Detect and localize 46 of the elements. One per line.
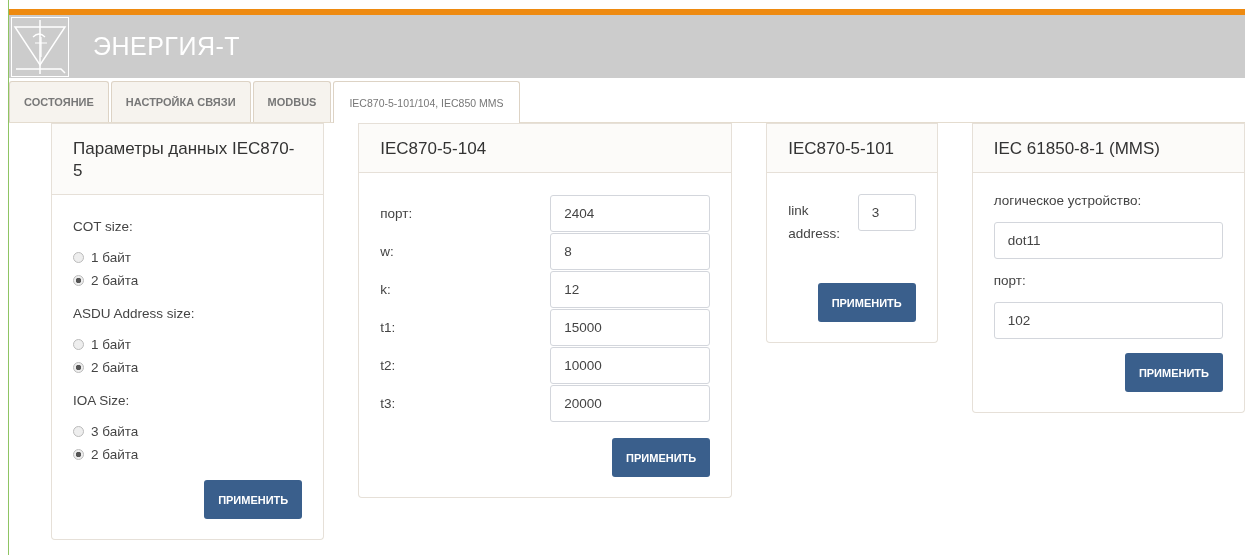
input-field[interactable]: dot11 [993,222,1223,259]
radio-label: 2 байта [91,447,139,462]
radio-label: 2 байта [91,273,139,288]
panel-title: IEC870-5-104 [380,138,488,160]
input-field[interactable]: 12 [550,270,711,308]
field-label: логическое устройство: [993,193,1142,208]
apply-button[interactable]: ПРИМЕНИТЬ [817,283,916,322]
panel-title: Параметры данных IEC870-5 [73,138,296,182]
radio-label: 2 байта [91,360,139,375]
input-field[interactable]: 20000 [550,384,711,422]
radio-button[interactable] [73,449,84,460]
input-field[interactable]: 2404 [550,194,711,232]
radio-button[interactable] [73,275,84,286]
logo-icon [11,16,69,77]
apply-button[interactable]: ПРИМЕНИТЬ [612,438,711,477]
apply-button[interactable]: ПРИМЕНИТЬ [1124,353,1223,392]
input-field[interactable]: 3 [857,194,916,231]
radio-button[interactable] [73,362,84,373]
input-field[interactable]: 102 [993,302,1223,339]
tab[interactable]: СОСТОЯНИЕ [9,81,109,122]
field-label: w: [380,243,394,259]
field-label: t1: [380,319,396,335]
radio-label: 3 байта [91,424,139,439]
input-field[interactable]: 15000 [550,308,711,346]
field-label: t3: [380,395,396,411]
radio-label: 1 байт [91,250,131,265]
field-label: порт: [380,205,413,221]
field-label: k: [380,281,391,297]
tab[interactable]: IEC870-5-101/104, IEC850 MMS [333,81,520,123]
tab[interactable]: MODBUS [252,81,332,122]
apply-button[interactable]: ПРИМЕНИТЬ [204,480,303,519]
group-label: ASDU Address size: [73,306,195,321]
field-label: link address: [788,202,841,243]
field-label: t2: [380,357,396,373]
radio-label: 1 байт [91,337,131,352]
panel-title: IEC870-5-101 [788,138,896,160]
field-label: порт: [993,273,1026,288]
input-field[interactable]: 10000 [550,346,711,384]
group-label: IOA Size: [73,393,130,408]
radio-button[interactable] [73,252,84,263]
input-field[interactable]: 8 [550,232,711,270]
panel-title: IEC 61850-8-1 (MMS) [993,138,1162,160]
tab[interactable]: НАСТРОЙКА СВЯЗИ [110,81,251,122]
radio-button[interactable] [73,339,84,350]
group-label: COT size: [73,219,133,234]
radio-button[interactable] [73,426,84,437]
